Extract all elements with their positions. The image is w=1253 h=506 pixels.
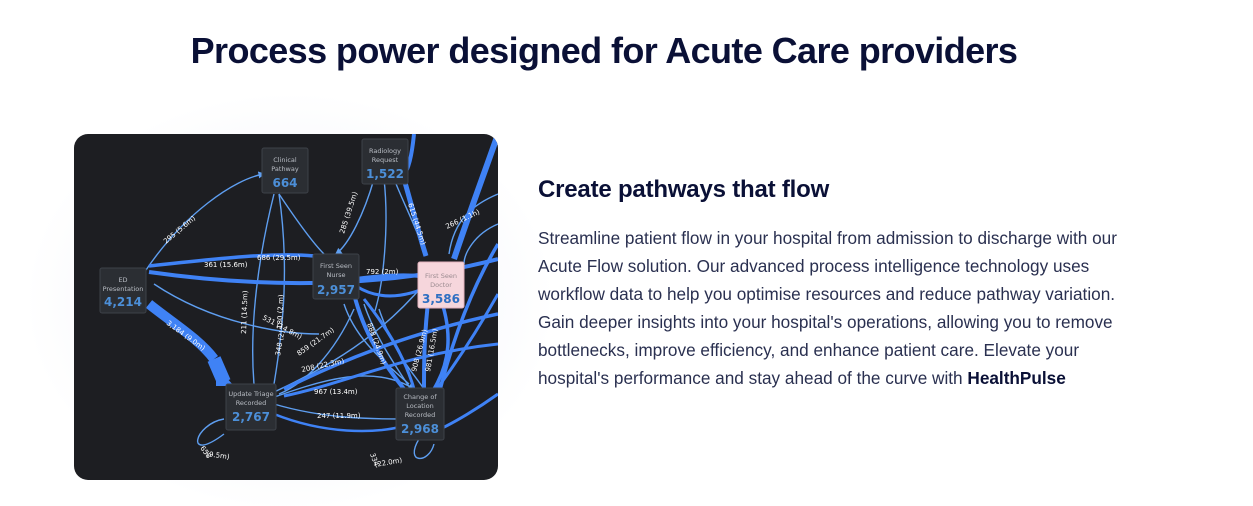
process-map-diagram: ED Presentation 4,214 Clinical Pathway 6…: [99, 134, 498, 469]
brand-name: HealthPulse: [967, 368, 1066, 388]
svg-text:4,214: 4,214: [104, 295, 142, 309]
edge-label: 967 (13.4m): [314, 388, 358, 396]
node-change-of-location-recorded[interactable]: Change of Location Recorded 2,968: [395, 387, 445, 441]
edge-label: (9.5m): [206, 450, 231, 461]
edge-label: 247 (11.9m): [317, 412, 361, 420]
feature-description: Streamline patient flow in your hospital…: [538, 224, 1138, 392]
edge-label: 295 (5.6m): [162, 214, 197, 245]
edge-label: 3,184 (9.0m): [165, 319, 207, 352]
process-map-card: ED Presentation 4,214 Clinical Pathway 6…: [74, 134, 498, 480]
edge-label: 686 (29.5m): [257, 254, 301, 262]
node-radiology-request[interactable]: Radiology Request 1,522: [361, 138, 409, 185]
svg-text:Change of: Change of: [403, 393, 437, 401]
svg-text:3,586: 3,586: [422, 292, 460, 306]
svg-text:664: 664: [272, 176, 297, 190]
description-text: Streamline patient flow in your hospital…: [538, 228, 1117, 388]
edge-label: 211 (14.5m): [240, 290, 250, 334]
svg-text:Doctor: Doctor: [430, 281, 452, 289]
svg-text:Nurse: Nurse: [326, 271, 345, 279]
edge-label: 859 (21.7m): [296, 326, 336, 358]
node-clinical-pathway[interactable]: Clinical Pathway 664: [261, 147, 309, 194]
edge-label: 361 (15.6m): [204, 261, 248, 269]
page-title: Process power designed for Acute Care pr…: [190, 30, 1018, 71]
section-heading: Create pathways that flow: [538, 176, 830, 203]
svg-text:ED: ED: [118, 276, 127, 284]
node-first-seen-nurse[interactable]: First Seen Nurse 2,957: [312, 253, 360, 300]
edge-label: 792 (2m): [366, 268, 399, 276]
node-update-triage-recorded[interactable]: Update Triage Recorded 2,767: [225, 383, 277, 431]
svg-text:Request: Request: [372, 156, 399, 164]
svg-text:Pathway: Pathway: [271, 165, 299, 173]
svg-text:Presentation: Presentation: [103, 285, 144, 293]
svg-text:First Seen: First Seen: [425, 272, 457, 280]
edge-label: 285 (39.5m): [338, 191, 359, 235]
feature-content: Create pathways that flow Streamline pat…: [538, 176, 1138, 392]
svg-text:2,767: 2,767: [232, 410, 270, 424]
svg-text:Recorded: Recorded: [405, 411, 436, 419]
svg-text:First Seen: First Seen: [320, 262, 352, 270]
svg-text:Clinical: Clinical: [273, 156, 297, 164]
node-first-seen-doctor[interactable]: First Seen Doctor 3,586: [417, 261, 465, 309]
svg-text:1,522: 1,522: [366, 167, 404, 181]
edge-label: 348 (2): [274, 330, 286, 357]
svg-text:Radiology: Radiology: [369, 147, 401, 155]
svg-text:Recorded: Recorded: [236, 399, 267, 407]
svg-text:2,968: 2,968: [401, 422, 439, 436]
svg-text:Location: Location: [406, 402, 434, 410]
node-ed-presentation[interactable]: ED Presentation 4,214: [99, 267, 147, 314]
svg-text:Update Triage: Update Triage: [228, 390, 273, 398]
svg-text:2,957: 2,957: [317, 283, 355, 297]
edge-label: 615 (44.5m): [406, 202, 427, 246]
